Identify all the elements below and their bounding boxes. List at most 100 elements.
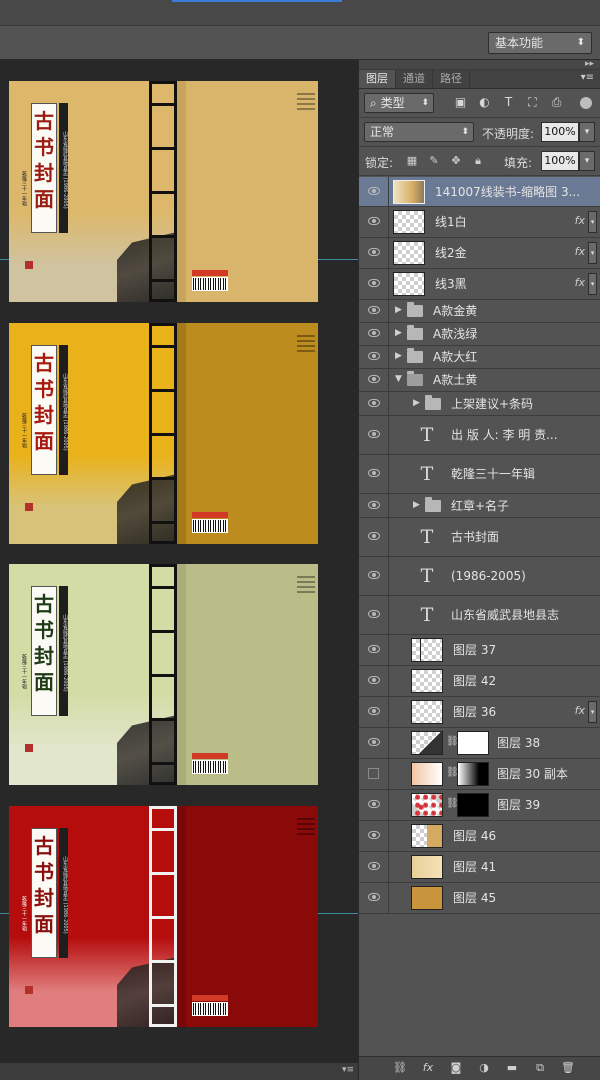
visibility-toggle[interactable] [359, 177, 389, 206]
trash-icon[interactable]: 🗑︎ [561, 1061, 575, 1075]
type-filter-icon[interactable]: T [501, 95, 516, 110]
visibility-toggle[interactable] [359, 269, 389, 299]
shape-filter-icon[interactable]: ⛶ [525, 95, 540, 110]
new-layer-icon[interactable]: ⧉ [533, 1061, 547, 1075]
book-cover-earth-yellow[interactable]: 古书封面山东省威武县地县志 (1986-2005) 乾隆三十一年辑 [9, 81, 318, 302]
chevron-right-icon[interactable]: ▶ [413, 500, 420, 510]
chevron-right-icon[interactable]: ▶ [413, 398, 420, 408]
layer-name[interactable]: 图层 42 [453, 673, 496, 689]
layer-name[interactable]: 线3黑 [435, 276, 467, 292]
visibility-toggle[interactable] [359, 392, 389, 415]
layer-name[interactable]: 线2金 [435, 245, 467, 261]
collapse-panel-icon[interactable]: ▸▸ [585, 59, 594, 69]
layer-row[interactable]: ▶ 上架建议+条码 [359, 392, 600, 416]
layer-name[interactable]: 图层 39 [497, 797, 540, 813]
layer-row[interactable]: ▼ A款土黄 [359, 369, 600, 392]
visibility-toggle[interactable] [359, 596, 389, 634]
layer-mask-thumbnail[interactable] [457, 762, 489, 786]
visibility-toggle[interactable] [359, 635, 389, 665]
visibility-toggle[interactable] [359, 416, 389, 454]
layer-row[interactable]: ⛓ 图层 39 [359, 790, 600, 821]
fx-icon[interactable]: fx [575, 214, 585, 227]
fx-icon[interactable]: fx [421, 1061, 435, 1075]
visibility-toggle[interactable] [359, 518, 389, 556]
lock-position-icon[interactable]: ✥ [449, 154, 463, 168]
expand-effects-icon[interactable]: ▾ [588, 273, 597, 295]
expand-effects-icon[interactable]: ▾ [588, 242, 597, 264]
visibility-toggle[interactable] [359, 238, 389, 268]
chevron-down-icon[interactable]: ▼ [395, 374, 402, 384]
layer-row[interactable]: 图层 45 [359, 883, 600, 914]
layer-name[interactable]: 山东省威武县地县志 [451, 607, 559, 623]
filter-toggle-icon[interactable] [580, 97, 592, 109]
visibility-toggle[interactable] [359, 557, 389, 595]
layer-name[interactable]: 图层 45 [453, 890, 496, 906]
layer-row[interactable]: ⛓ 图层 30 副本 [359, 759, 600, 790]
visibility-toggle[interactable] [359, 369, 389, 391]
visibility-toggle[interactable] [359, 759, 389, 789]
expand-effects-icon[interactable]: ▾ [588, 701, 597, 723]
layer-name[interactable]: 上架建议+条码 [451, 396, 533, 412]
blend-mode-select[interactable]: 正常 ⬍ [364, 122, 474, 142]
document-canvas[interactable]: 古书封面山东省威武县地县志 (1986-2005) 乾隆三十一年辑古书封面山东省威… [0, 60, 358, 1062]
layer-mask-thumbnail[interactable] [457, 731, 489, 755]
visibility-toggle[interactable] [359, 821, 389, 851]
layer-row[interactable]: T (1986-2005) [359, 557, 600, 596]
adjustment-layer-icon[interactable]: ◑ [477, 1061, 491, 1075]
chevron-right-icon[interactable]: ▶ [395, 351, 402, 361]
layer-row[interactable]: 图层 36 fx ▾ [359, 697, 600, 728]
layer-name[interactable]: 141007线装书-缩略图 3... [435, 184, 580, 200]
fx-icon[interactable]: fx [575, 276, 585, 289]
layer-name[interactable]: 图层 38 [497, 735, 540, 751]
layer-row[interactable]: 141007线装书-缩略图 3... [359, 177, 600, 207]
tab-paths[interactable]: 路径 [433, 70, 470, 88]
layer-name[interactable]: 图层 46 [453, 828, 496, 844]
layer-row[interactable]: ▶ 红章+名子 [359, 494, 600, 518]
layer-row[interactable]: 线3黑 fx ▾ [359, 269, 600, 300]
opacity-dropdown-icon[interactable]: ▾ [579, 122, 595, 142]
visibility-toggle[interactable] [359, 790, 389, 820]
layer-name[interactable]: 图层 36 [453, 704, 496, 720]
panel-menu-icon[interactable]: ▾≡ [342, 1065, 354, 1075]
layer-name[interactable]: 红章+名子 [451, 498, 509, 514]
book-cover-golden-yellow[interactable]: 古书封面山东省威武县地县志 (1986-2005) 乾隆三十一年辑 [9, 323, 318, 544]
panel-menu-icon[interactable]: ▾≡ [581, 72, 594, 83]
layer-name[interactable]: A款大红 [433, 349, 477, 365]
workspace-select[interactable]: 基本功能 ⬍ [488, 32, 592, 54]
tab-channels[interactable]: 通道 [396, 70, 433, 88]
layer-row[interactable]: T 山东省威武县地县志 [359, 596, 600, 635]
visibility-toggle[interactable] [359, 883, 389, 913]
layer-row[interactable]: 图层 42 [359, 666, 600, 697]
layer-name[interactable]: 古书封面 [451, 529, 499, 545]
visibility-toggle[interactable] [359, 852, 389, 882]
new-group-icon[interactable]: ▬ [505, 1061, 519, 1075]
lock-image-icon[interactable]: ✎ [427, 154, 441, 168]
layer-row[interactable]: T 古书封面 [359, 518, 600, 557]
layer-name[interactable]: A款金黄 [433, 303, 477, 319]
visibility-toggle[interactable] [359, 455, 389, 493]
layer-name[interactable]: 图层 41 [453, 859, 496, 875]
fill-input[interactable]: 100% [541, 151, 579, 171]
layer-row[interactable]: 图层 41 [359, 852, 600, 883]
visibility-toggle[interactable] [359, 323, 389, 345]
fx-icon[interactable]: fx [575, 245, 585, 258]
layer-name[interactable]: 乾隆三十一年辑 [451, 466, 535, 482]
layer-row[interactable]: T 乾隆三十一年辑 [359, 455, 600, 494]
layer-row[interactable]: T 出 版 人: 李 明 责... [359, 416, 600, 455]
chevron-right-icon[interactable]: ▶ [395, 328, 402, 338]
chevron-right-icon[interactable]: ▶ [395, 305, 402, 315]
fill-dropdown-icon[interactable]: ▾ [579, 151, 595, 171]
layer-name[interactable]: A款浅绿 [433, 326, 477, 342]
layer-name[interactable]: 图层 30 副本 [497, 766, 568, 782]
book-cover-big-red[interactable]: 古书封面山东省威武县地县志 (1986-2005) 乾隆三十一年辑 [9, 806, 318, 1027]
layer-row[interactable]: ▶ A款金黄 [359, 300, 600, 323]
visibility-toggle[interactable] [359, 728, 389, 758]
visibility-toggle[interactable] [359, 346, 389, 368]
add-mask-icon[interactable]: ◙ [449, 1061, 463, 1075]
tab-layers[interactable]: 图层 [359, 70, 396, 88]
layer-name[interactable]: 图层 37 [453, 642, 496, 658]
adjustment-filter-icon[interactable]: ◐ [477, 95, 492, 110]
smart-object-filter-icon[interactable]: ⎙ [549, 95, 564, 110]
layer-name[interactable]: (1986-2005) [451, 568, 526, 584]
layer-row[interactable]: 线1白 fx ▾ [359, 207, 600, 238]
